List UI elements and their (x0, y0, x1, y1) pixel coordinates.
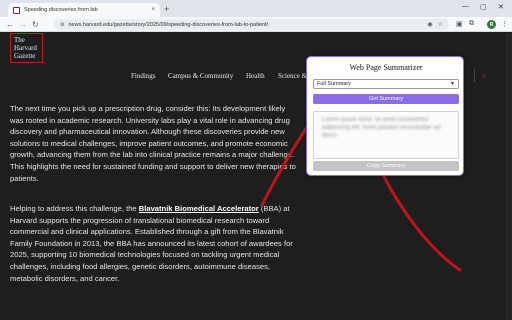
browser-toolbar: ← → ↻ ⚙ news.harvard.edu/gazette/story/2… (0, 17, 512, 32)
chevron-down-icon: ▼ (450, 81, 455, 87)
nav-science[interactable]: Science & (278, 72, 307, 80)
url-text: news.harvard.edu/gazette/story/2025/09/s… (68, 21, 269, 28)
select-value: Full Summary (317, 81, 351, 87)
tab-bar: Speeding discoveries from lab × + — ▢ ✕ (0, 0, 512, 17)
summary-output[interactable]: Lorem ipsum dolor, sit amet consectetur … (313, 111, 459, 159)
logo-line: Harvard (14, 44, 37, 52)
browser-tab[interactable]: Speeding discoveries from lab × (8, 3, 160, 17)
logo-line: Gazette (14, 52, 36, 60)
blavatnik-accelerator-link[interactable]: Blavatnik Biomedical Accelerator (139, 204, 259, 213)
browser-window: Speeding discoveries from lab × + — ▢ ✕ … (0, 0, 512, 320)
nav-health[interactable]: Health (246, 72, 265, 80)
tab-close-icon[interactable]: × (151, 7, 155, 13)
tab-title: Speeding discoveries from lab (24, 7, 98, 13)
bookmark-star-icon[interactable]: ☆ (438, 21, 443, 28)
summary-placeholder-text: Lorem ipsum dolor, sit amet consectetur … (322, 117, 441, 139)
summary-type-select[interactable]: Full Summary ▼ (313, 79, 459, 89)
paragraph-text: Helping to address this challenge, the (10, 204, 139, 213)
popup-title: Web Page Summarizer (349, 63, 423, 72)
nav-divider (474, 68, 475, 82)
site-info-icon[interactable]: ⚙ (60, 22, 64, 28)
scrollbar-track[interactable] (505, 33, 512, 320)
eye-off-icon[interactable]: ◉ (427, 21, 432, 28)
summarizer-popup: Web Page Summarizer Full Summary ▼ Get S… (306, 56, 464, 176)
harvard-favicon-icon (13, 6, 20, 14)
new-tab-button[interactable]: + (164, 4, 169, 14)
window-close-button[interactable]: ✕ (498, 3, 504, 11)
copy-summary-button[interactable]: Copy Summary (313, 161, 459, 171)
extension-icon[interactable]: ▣ (456, 20, 463, 28)
menu-kebab-icon[interactable]: ⋮ (501, 20, 508, 28)
address-bar[interactable]: ⚙ news.harvard.edu/gazette/story/2025/09… (54, 19, 449, 30)
maximize-button[interactable]: ▢ (480, 3, 487, 11)
nav-findings[interactable]: Findings (131, 72, 156, 80)
harvard-gazette-logo[interactable]: The Harvard Gazette (10, 33, 43, 63)
back-arrow-icon[interactable]: ← (6, 19, 14, 30)
nav-campus-community[interactable]: Campus & Community (168, 72, 233, 80)
profile-avatar[interactable]: R (487, 20, 496, 29)
search-icon[interactable]: ⌕ (482, 70, 487, 81)
reload-icon[interactable]: ↻ (32, 19, 39, 30)
get-summary-button[interactable]: Get Summary (313, 94, 459, 104)
puzzle-extensions-icon[interactable]: ⧉ (469, 20, 474, 28)
paragraph-text: (BBA) at Harvard supports the progressio… (10, 204, 293, 283)
article-paragraph: Helping to address this challenge, the B… (10, 203, 300, 284)
minimize-button[interactable]: — (462, 3, 469, 10)
forward-arrow-icon[interactable]: → (19, 19, 27, 30)
logo-line: The (14, 36, 25, 44)
article-paragraph: The next time you pick up a prescription… (10, 104, 296, 183)
